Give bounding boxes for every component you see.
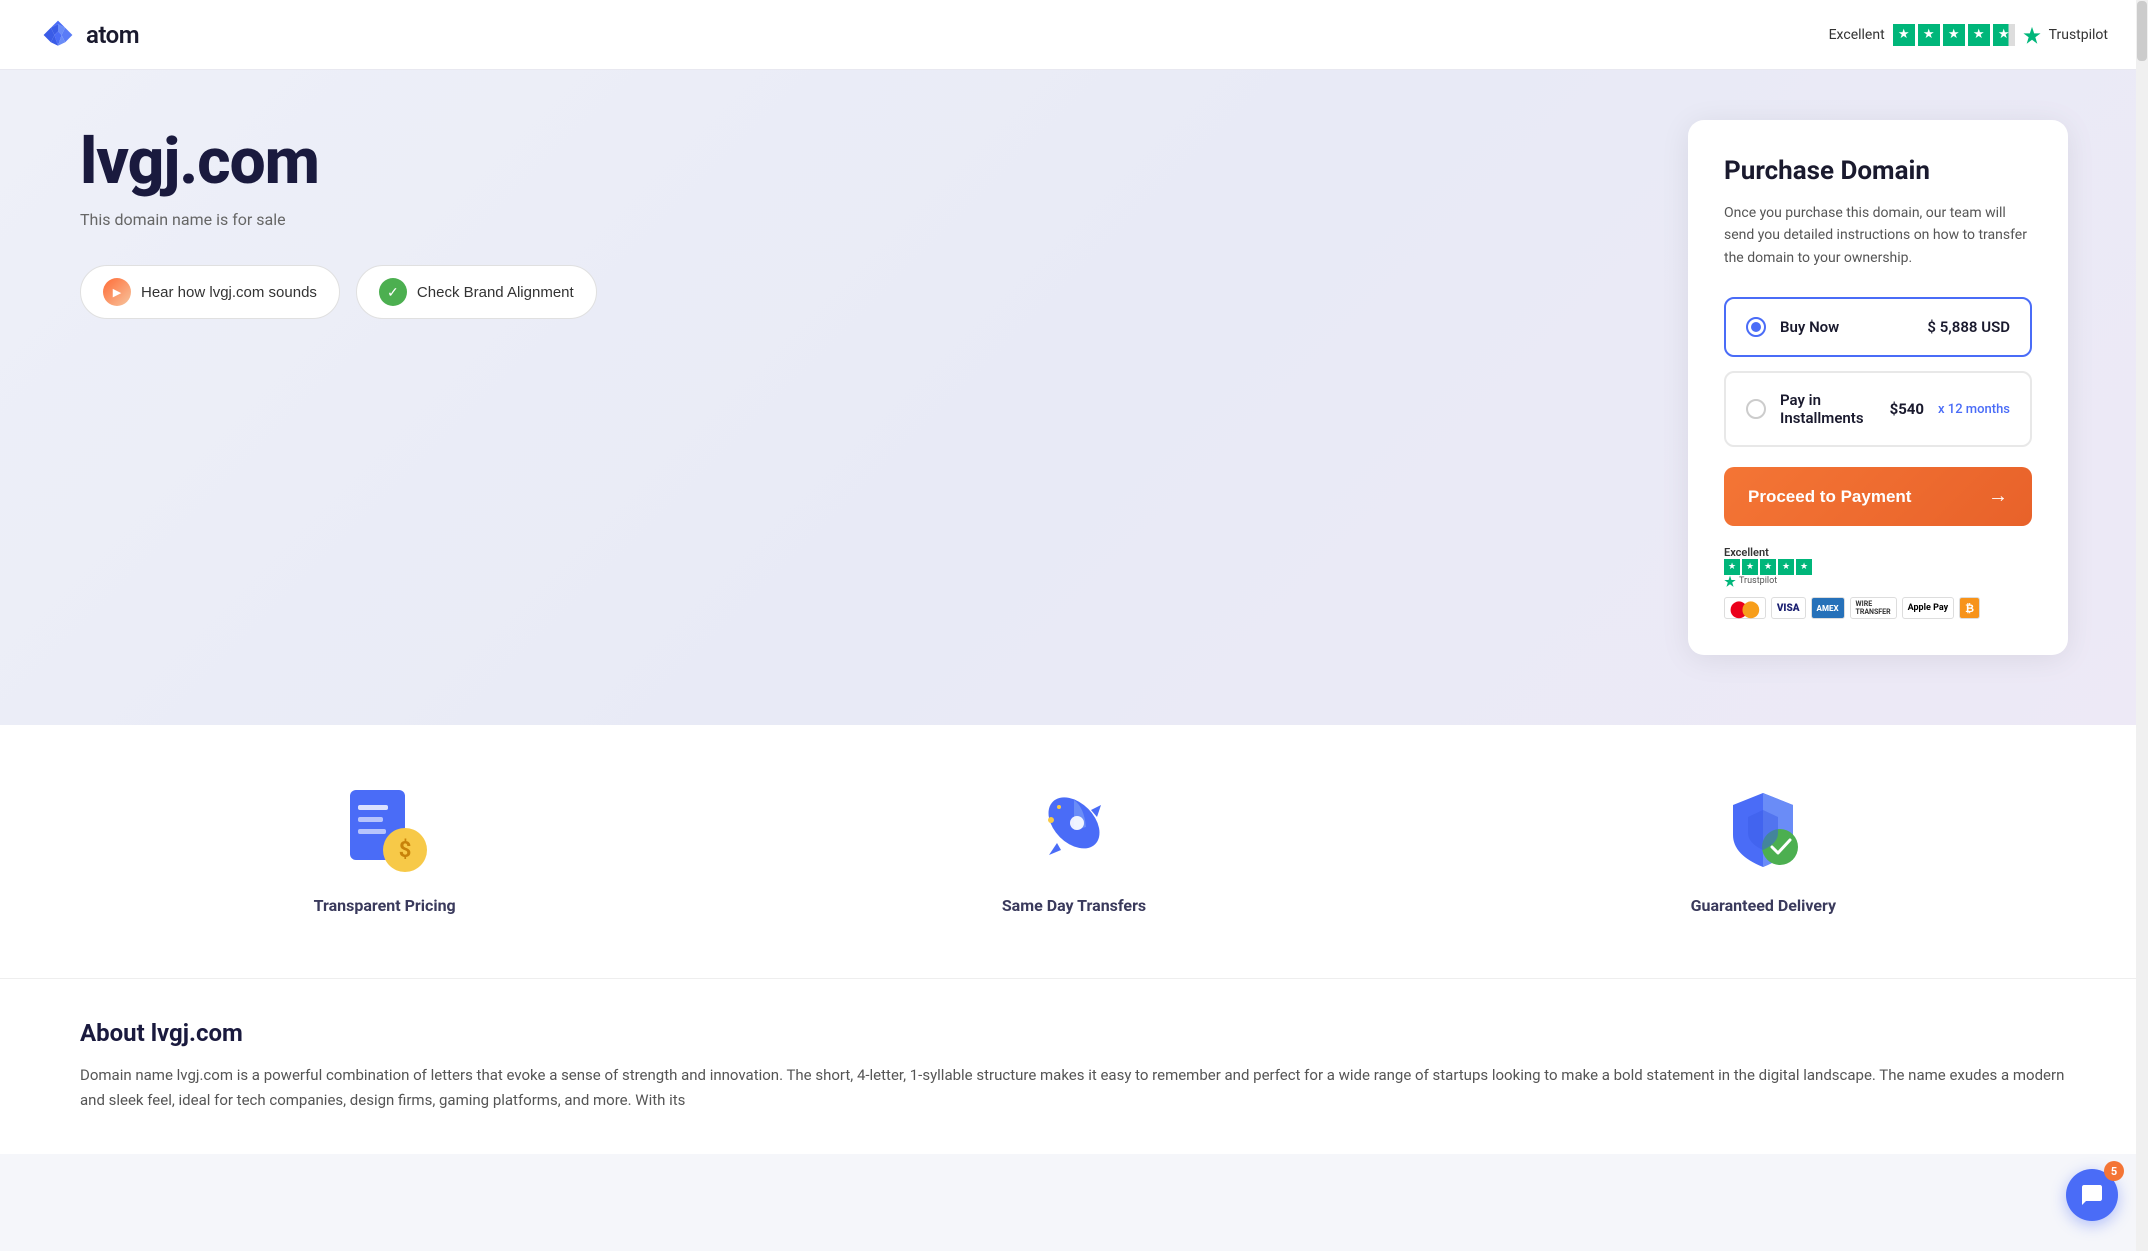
transparent-pricing-icon: $ xyxy=(340,785,430,875)
installments-period: x 12 months xyxy=(1938,402,2010,417)
chat-notification-badge: 5 xyxy=(2104,1161,2124,1181)
bitcoin-icon: ₿ xyxy=(1959,597,1980,619)
check-icon: ✓ xyxy=(379,278,407,306)
installments-radio xyxy=(1746,399,1766,419)
feature-guaranteed-delivery: Guaranteed Delivery xyxy=(1459,785,2068,917)
star-5-half: ★ xyxy=(1993,24,2015,46)
arrow-right-icon: → xyxy=(1988,485,2008,508)
about-text: Domain name lvgj.com is a powerful combi… xyxy=(80,1063,2068,1114)
installments-label: Pay in Installments xyxy=(1780,391,1876,427)
purchase-card: Purchase Domain Once you purchase this d… xyxy=(1688,120,2068,655)
hero-left: lvgj.com This domain name is for sale ▶ … xyxy=(80,130,780,319)
trustpilot-excellent-label: Excellent xyxy=(1829,27,1885,43)
chat-icon xyxy=(2080,1183,2104,1207)
purchase-card-description: Once you purchase this domain, our team … xyxy=(1724,202,2032,269)
same-day-transfers-icon xyxy=(1029,785,1119,875)
trustpilot-mini-label: Excellent xyxy=(1724,546,1812,559)
domain-subtitle: This domain name is for sale xyxy=(80,210,780,229)
purchase-card-title: Purchase Domain xyxy=(1724,156,2032,186)
domain-title: lvgj.com xyxy=(80,130,780,194)
transparent-pricing-icon-wrap: $ xyxy=(340,785,430,875)
proceed-label: Proceed to Payment xyxy=(1748,487,1911,507)
trustpilot-mini-brand: Trustpilot xyxy=(1739,576,1777,586)
logo: atom xyxy=(40,17,139,53)
wire-transfer-icon: WIRETRANSFER xyxy=(1850,597,1897,619)
tp-star-5: ★ xyxy=(1796,559,1812,575)
apple-pay-icon: Apple Pay xyxy=(1902,597,1955,619)
buy-now-price: $ 5,888 USD xyxy=(1927,318,2010,336)
guaranteed-delivery-label: Guaranteed Delivery xyxy=(1691,895,1836,917)
tp-stars-mini: ★ ★ ★ ★ ★ xyxy=(1724,559,1812,575)
logo-brand-name: atom xyxy=(86,21,139,49)
guaranteed-delivery-icon-wrap xyxy=(1718,785,1808,875)
hero-section: lvgj.com This domain name is for sale ▶ … xyxy=(0,70,2148,725)
installments-price: $540 xyxy=(1890,400,1924,418)
action-buttons: ▶ Hear how lvgj.com sounds ✓ Check Brand… xyxy=(80,265,780,319)
header: atom Excellent ★ ★ ★ ★ ★ Trustpilot xyxy=(0,0,2148,70)
buy-now-radio xyxy=(1746,317,1766,337)
payment-icons: ⬤⬤ VISA AMEX WIRETRANSFER Apple Pay ₿ xyxy=(1724,597,1980,619)
trustpilot-mini: Excellent ★ ★ ★ ★ ★ Trustpilot xyxy=(1724,546,1812,587)
buy-now-option[interactable]: Buy Now $ 5,888 USD xyxy=(1724,297,2032,357)
tp-star-3: ★ xyxy=(1760,559,1776,575)
features-section: $ Transparent Pricing Same Day Transfers xyxy=(0,725,2148,977)
check-brand-button[interactable]: ✓ Check Brand Alignment xyxy=(356,265,597,319)
proceed-to-payment-button[interactable]: Proceed to Payment → xyxy=(1724,467,2032,526)
about-title: About lvgj.com xyxy=(80,1019,2068,1047)
trustpilot-header: Excellent ★ ★ ★ ★ ★ Trustpilot xyxy=(1829,24,2108,46)
tp-star-1: ★ xyxy=(1724,559,1740,575)
feature-same-day-transfers: Same Day Transfers xyxy=(769,785,1378,917)
brand-button-label: Check Brand Alignment xyxy=(417,284,574,301)
logo-icon xyxy=(40,17,76,53)
trustpilot-brand-label: Trustpilot xyxy=(2049,27,2108,43)
transparent-pricing-label: Transparent Pricing xyxy=(314,895,456,917)
installments-option[interactable]: Pay in Installments $540 x 12 months xyxy=(1724,371,2032,447)
scrollbar-thumb[interactable] xyxy=(2137,1,2147,61)
guaranteed-delivery-icon xyxy=(1718,785,1808,875)
same-day-transfers-label: Same Day Transfers xyxy=(1002,895,1146,917)
hear-domain-button[interactable]: ▶ Hear how lvgj.com sounds xyxy=(80,265,340,319)
about-section: About lvgj.com Domain name lvgj.com is a… xyxy=(0,978,2148,1154)
star-3: ★ xyxy=(1943,24,1965,46)
scrollbar[interactable] xyxy=(2136,0,2148,1251)
trustpilot-star-icon xyxy=(2023,26,2041,44)
star-2: ★ xyxy=(1918,24,1940,46)
trustpilot-stars: ★ ★ ★ ★ ★ xyxy=(1893,24,2015,46)
tp-star-4: ★ xyxy=(1778,559,1794,575)
play-icon: ▶ xyxy=(103,278,131,306)
buy-now-label: Buy Now xyxy=(1780,318,1913,336)
svg-text:$: $ xyxy=(398,838,411,863)
trustpilot-mini-brand-icon xyxy=(1724,575,1736,587)
feature-transparent-pricing: $ Transparent Pricing xyxy=(80,785,689,917)
mastercard-icon: ⬤⬤ xyxy=(1724,597,1766,619)
star-4: ★ xyxy=(1968,24,1990,46)
radio-dot xyxy=(1751,322,1761,332)
star-1: ★ xyxy=(1893,24,1915,46)
amex-icon: AMEX xyxy=(1811,597,1845,619)
tp-star-2: ★ xyxy=(1742,559,1758,575)
trust-footer: Excellent ★ ★ ★ ★ ★ Trustpilot xyxy=(1724,546,2032,619)
hear-button-label: Hear how lvgj.com sounds xyxy=(141,284,317,301)
same-day-transfers-icon-wrap xyxy=(1029,785,1119,875)
visa-icon: VISA xyxy=(1771,597,1806,619)
